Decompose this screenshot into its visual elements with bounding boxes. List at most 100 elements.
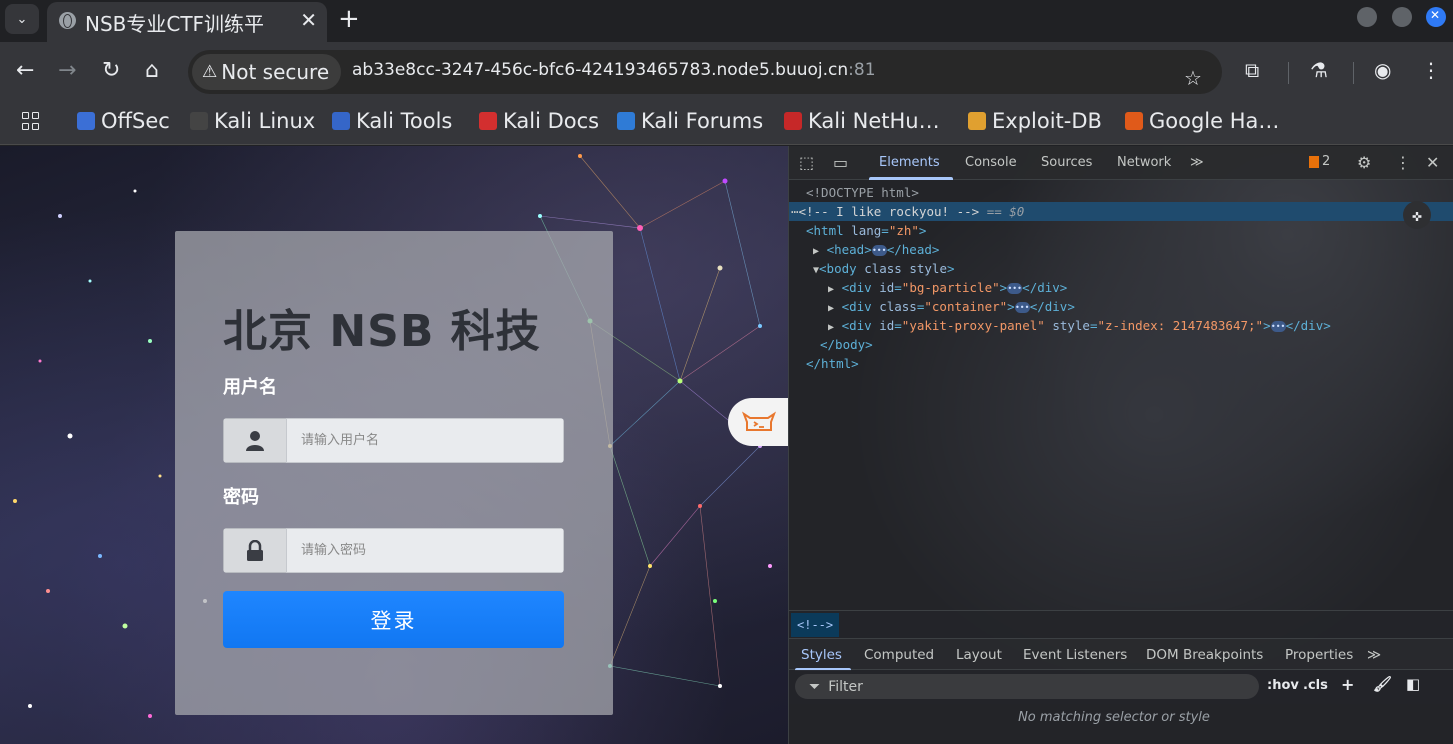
issues-flag-icon: [1309, 155, 1319, 168]
toolbar-divider: [1353, 62, 1354, 84]
devtools-menu-icon[interactable]: ⋮: [1395, 153, 1411, 172]
bookmarks-bar: OffSec Kali Linux Kali Tools Kali Docs K…: [0, 100, 1453, 145]
yakit-proxy-panel-toggle[interactable]: [728, 398, 788, 446]
tab-search-button[interactable]: ⌄: [5, 4, 39, 34]
styles-tabbar: Styles Computed Layout Event Listeners D…: [789, 638, 1453, 671]
tab-title: NSB专业CTF训练平: [85, 12, 265, 36]
toolbar-divider: [1288, 62, 1289, 84]
dom-node-body-close[interactable]: </body>: [789, 335, 1453, 354]
bookmark-kali-linux[interactable]: Kali Linux: [190, 109, 315, 133]
more-style-tabs-icon[interactable]: ≫: [1367, 647, 1381, 663]
active-tab-indicator: [869, 177, 953, 180]
new-style-rule-icon[interactable]: +: [1341, 675, 1354, 694]
paint-brush-icon[interactable]: 🖌: [1373, 675, 1392, 693]
username-label: 用户名: [223, 377, 277, 398]
bookmark-kali-docs[interactable]: Kali Docs: [479, 109, 599, 133]
tab-network[interactable]: Network: [1117, 155, 1171, 170]
bookmark-kali-tools[interactable]: Kali Tools: [332, 109, 452, 133]
browser-tab-active[interactable]: NSB专业CTF训练平 ✕: [47, 2, 327, 42]
browser-toolbar: ← → ↻ ⌂ ⚠ Not secure ab33e8cc-3247-456c-…: [0, 42, 1453, 100]
back-arrow-icon[interactable]: ←: [16, 59, 34, 83]
tab-dom-breakpoints[interactable]: DOM Breakpoints: [1146, 647, 1263, 663]
more-tabs-icon[interactable]: ≫: [1190, 155, 1204, 170]
new-tab-button[interactable]: +: [338, 4, 360, 34]
toggle-sidebar-icon[interactable]: ◧: [1406, 675, 1420, 693]
site-info-chip[interactable]: ⚠ Not secure: [192, 54, 342, 90]
password-input[interactable]: [286, 528, 564, 573]
close-window-button[interactable]: [1426, 7, 1446, 27]
device-toolbar-icon[interactable]: ▭: [833, 153, 848, 172]
password-input-group: [223, 528, 564, 573]
ghdb-icon: [1125, 112, 1143, 130]
login-title: 北京 NSB 科技: [223, 306, 541, 357]
filter-funnel-icon: ⏷: [809, 678, 821, 695]
class-toggle[interactable]: .cls: [1303, 678, 1328, 693]
close-devtools-icon[interactable]: ✕: [1426, 153, 1439, 172]
dom-node-div-container[interactable]: ▶ <div class="container">•••</div>: [789, 297, 1453, 316]
maximize-window-button[interactable]: [1392, 7, 1412, 27]
close-tab-icon[interactable]: ✕: [300, 8, 317, 32]
kali-forums-icon: [617, 112, 635, 130]
styles-filter-row: ⏷ Filter :hov .cls + 🖌 ◧: [789, 670, 1453, 704]
tab-elements[interactable]: Elements: [879, 155, 940, 170]
yakit-bull-icon: [741, 411, 777, 431]
browser-menu-icon[interactable]: ⋮: [1421, 58, 1441, 82]
nethunter-icon: [784, 112, 802, 130]
page-viewport: 北京 NSB 科技 用户名 密码 登录: [0, 146, 788, 744]
offsec-icon: [77, 112, 95, 130]
inspect-element-icon[interactable]: ⬚: [799, 153, 814, 172]
tab-console[interactable]: Console: [965, 155, 1017, 170]
username-input[interactable]: [286, 418, 564, 463]
dom-node-body[interactable]: ▼<body class style>: [789, 259, 1453, 278]
tab-styles[interactable]: Styles: [801, 647, 842, 663]
bookmark-kali-forums[interactable]: Kali Forums: [617, 109, 763, 133]
kali-dragon-icon: [190, 112, 208, 130]
profile-icon[interactable]: ◉: [1374, 58, 1391, 82]
tab-layout[interactable]: Layout: [956, 647, 1002, 663]
password-label: 密码: [223, 487, 259, 508]
bookmark-offsec[interactable]: OffSec: [77, 109, 170, 133]
apps-grid-icon[interactable]: [22, 112, 40, 130]
forward-arrow-icon[interactable]: →: [58, 59, 76, 83]
reload-icon[interactable]: ↻: [102, 59, 120, 83]
dom-node-html-close[interactable]: </html>: [789, 354, 1453, 373]
hover-state-toggle[interactable]: :hov: [1267, 678, 1299, 693]
dom-node-doctype[interactable]: <!DOCTYPE html>: [789, 183, 1453, 202]
dom-breadcrumb: <!-->: [789, 610, 1453, 638]
tab-computed[interactable]: Computed: [864, 647, 934, 663]
styles-filter-input[interactable]: ⏷ Filter: [795, 674, 1259, 699]
lock-icon: [223, 528, 286, 573]
minimize-window-button[interactable]: [1357, 7, 1377, 27]
dom-node-html[interactable]: <html lang="zh">: [789, 221, 1453, 240]
not-secure-label: Not secure: [221, 60, 330, 84]
kali-docs-icon: [479, 112, 497, 130]
user-icon: [223, 418, 286, 463]
bookmark-google-hacking[interactable]: Google Ha…: [1125, 109, 1279, 133]
bookmark-star-icon[interactable]: ☆: [1184, 66, 1202, 90]
extensions-icon[interactable]: ⧉: [1245, 58, 1259, 82]
address-bar[interactable]: ⚠ Not secure ab33e8cc-3247-456c-bfc6-424…: [188, 50, 1222, 94]
dom-node-comment[interactable]: ⋯<!-- I like rockyou! --> == $0: [789, 202, 1453, 221]
home-icon[interactable]: ⌂: [145, 59, 159, 83]
exploit-db-icon: [968, 112, 986, 130]
url-text[interactable]: ab33e8cc-3247-456c-bfc6-424193465783.nod…: [352, 60, 876, 80]
no-matching-style-message: No matching selector or style: [1018, 710, 1210, 725]
labs-flask-icon[interactable]: ⚗: [1310, 58, 1328, 82]
breadcrumb-comment-node[interactable]: <!-->: [791, 613, 840, 637]
settings-gear-icon[interactable]: ⚙: [1357, 153, 1371, 172]
login-button[interactable]: 登录: [223, 591, 564, 648]
tab-sources[interactable]: Sources: [1041, 155, 1092, 170]
tab-event-listeners[interactable]: Event Listeners: [1023, 647, 1127, 663]
bookmark-exploit-db[interactable]: Exploit-DB: [968, 109, 1102, 133]
issues-badge[interactable]: 2: [1309, 154, 1330, 169]
devtools-tabbar: ⬚ ▭ Elements Console Sources Network ≫ 2…: [789, 146, 1453, 180]
username-input-group: [223, 418, 564, 463]
bookmark-kali-nethunter[interactable]: Kali NetHu…: [784, 109, 940, 133]
kali-tools-icon: [332, 112, 350, 130]
tab-properties[interactable]: Properties: [1285, 647, 1353, 663]
dom-node-head[interactable]: ▶ <head>•••</head>: [789, 240, 1453, 259]
dom-node-div-yakit[interactable]: ▶ <div id="yakit-proxy-panel" style="z-i…: [789, 316, 1453, 335]
dom-node-div-bg-particle[interactable]: ▶ <div id="bg-particle">•••</div>: [789, 278, 1453, 297]
globe-icon: [59, 12, 76, 29]
filter-placeholder: Filter: [828, 678, 863, 695]
